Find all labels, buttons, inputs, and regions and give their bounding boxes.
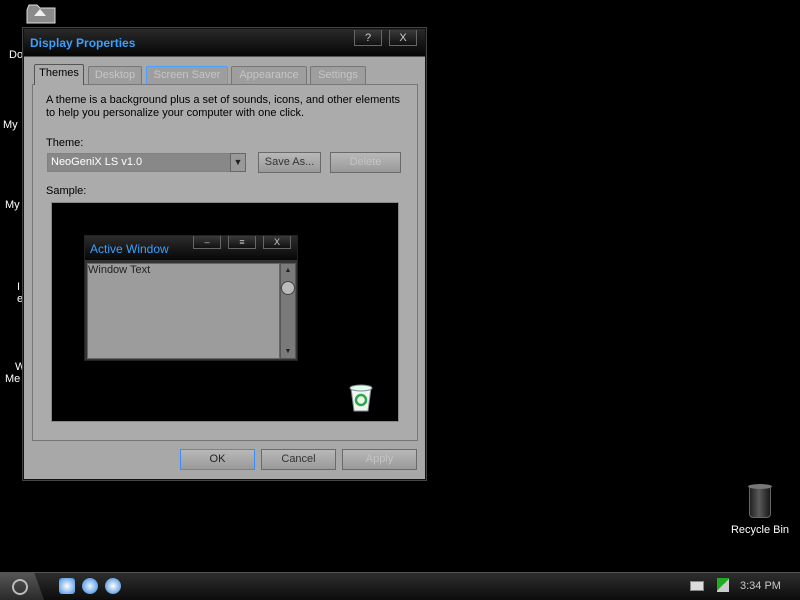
tab-screen-saver[interactable]: Screen Saver bbox=[146, 66, 228, 84]
save-as-button[interactable]: Save As... bbox=[258, 152, 321, 173]
themes-panel: A theme is a background plus a set of so… bbox=[32, 84, 418, 441]
theme-sample-preview: Active Window – ≡ X Window Text ▲ ▼ bbox=[51, 202, 399, 422]
start-icon bbox=[12, 579, 28, 595]
taskbar: 3:34 PM bbox=[0, 572, 800, 600]
tab-appearance[interactable]: Appearance bbox=[231, 66, 307, 84]
sample-window-body: Window Text bbox=[87, 263, 280, 359]
desktop-icon-label-me[interactable]: Me bbox=[5, 373, 20, 385]
scroll-up-icon: ▲ bbox=[284, 267, 292, 274]
recycle-bin-label: Recycle Bin bbox=[730, 524, 790, 536]
maximize-icon: ≡ bbox=[228, 236, 256, 249]
network-icon[interactable] bbox=[717, 578, 729, 592]
tab-desktop[interactable]: Desktop bbox=[88, 66, 142, 84]
help-button[interactable]: ? bbox=[354, 30, 382, 46]
chevron-down-icon[interactable]: ▼ bbox=[230, 153, 246, 172]
recycle-bin-icon bbox=[349, 384, 373, 412]
tab-themes[interactable]: Themes bbox=[34, 64, 84, 85]
sample-title-bar: Active Window – ≡ X bbox=[85, 236, 297, 260]
desktop-icon-label-documents[interactable]: Do bbox=[9, 49, 23, 61]
desktop-icon-label-my-1[interactable]: My bbox=[3, 119, 18, 131]
sample-scrollbar: ▲ ▼ bbox=[280, 263, 296, 359]
recycle-bin[interactable]: Recycle Bin bbox=[724, 484, 796, 536]
sample-window-text: Window Text bbox=[88, 264, 151, 276]
display-properties-window: Display Properties ? X Themes Desktop Sc… bbox=[23, 28, 426, 480]
theme-label: Theme: bbox=[46, 137, 84, 149]
theme-select-value: NeoGeniX LS v1.0 bbox=[51, 156, 143, 168]
desktop-icon-label-i[interactable]: I bbox=[17, 281, 20, 293]
internet-explorer-icon[interactable] bbox=[82, 578, 98, 594]
sample-label: Sample: bbox=[46, 185, 87, 197]
sample-active-window: Active Window – ≡ X Window Text ▲ ▼ bbox=[84, 235, 298, 361]
recycle-bin-icon bbox=[748, 484, 772, 518]
sample-window-title: Active Window bbox=[90, 242, 169, 256]
scroll-down-icon: ▼ bbox=[284, 348, 292, 355]
tab-settings[interactable]: Settings bbox=[310, 66, 366, 84]
theme-select[interactable]: NeoGeniX LS v1.0 bbox=[47, 153, 237, 172]
cancel-button[interactable]: Cancel bbox=[261, 449, 336, 470]
desktop-icon-label-my-2[interactable]: My bbox=[5, 199, 20, 211]
media-player-icon[interactable] bbox=[105, 578, 121, 594]
ok-button[interactable]: OK bbox=[180, 449, 255, 470]
close-icon: X bbox=[263, 236, 291, 249]
close-button[interactable]: X bbox=[389, 30, 417, 46]
window-title: Display Properties bbox=[30, 36, 136, 50]
quicklaunch-messenger-icon[interactable] bbox=[59, 578, 75, 594]
apply-button[interactable]: Apply bbox=[342, 449, 417, 470]
title-bar[interactable]: Display Properties ? X bbox=[24, 29, 425, 57]
clock: 3:34 PM bbox=[740, 580, 781, 592]
scroll-thumb bbox=[281, 281, 295, 295]
delete-button[interactable]: Delete bbox=[330, 152, 401, 173]
start-button[interactable] bbox=[0, 573, 44, 600]
minimize-icon: – bbox=[193, 236, 221, 249]
folder-icon[interactable] bbox=[26, 2, 56, 24]
theme-description: A theme is a background plus a set of so… bbox=[46, 94, 401, 119]
keyboard-icon[interactable] bbox=[690, 581, 704, 591]
